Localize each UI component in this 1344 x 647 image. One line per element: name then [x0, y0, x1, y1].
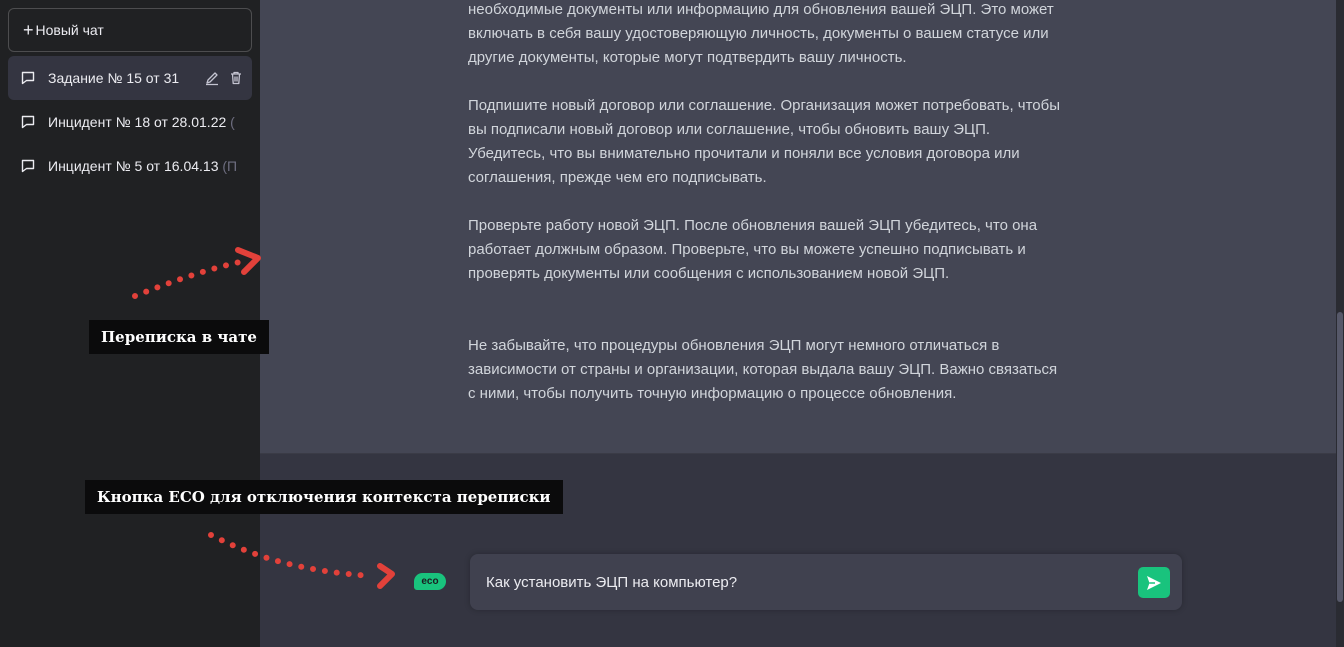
message-paragraph: Не забывайте, что процедуры обновления Э… — [468, 337, 1058, 402]
message-paragraph: Проверьте работу новой ЭЦП. После обновл… — [468, 217, 1038, 282]
new-chat-label: Новый чат — [35, 22, 104, 38]
chat-item-label: Инцидент № 5 от 16.04.13 (П — [48, 158, 238, 174]
new-chat-button[interactable]: + Новый чат — [8, 8, 252, 52]
sidebar-chat-item[interactable]: Инцидент № 5 от 16.04.13 (П — [8, 144, 252, 188]
plus-icon: + — [23, 20, 34, 40]
message-input[interactable]: Как установить ЭЦП на компьютер? — [486, 554, 737, 610]
annotation-chat-label: Переписка в чате — [89, 320, 269, 354]
message-paragraph: необходимые документы или информацию для… — [468, 1, 1054, 66]
assistant-message: необходимые документы или информацию для… — [260, 0, 1336, 454]
annotation-eco-label: Кнопка ECO для отключения контекста пере… — [85, 480, 563, 514]
chat-item-label: Задание № 15 от 31 — [48, 70, 180, 86]
edit-icon[interactable] — [204, 70, 220, 86]
send-icon — [1147, 575, 1161, 590]
chat-item-label: Инцидент № 18 от 28.01.22 ( — [48, 114, 235, 130]
message-icon — [21, 159, 35, 173]
sidebar-chat-item[interactable]: Инцидент № 18 от 28.01.22 ( — [8, 100, 252, 144]
scrollbar-thumb[interactable] — [1337, 312, 1343, 602]
composer: Как установить ЭЦП на компьютер? — [470, 554, 1182, 610]
message-icon — [21, 115, 35, 129]
message-paragraph: Подпишите новый договор или соглашение. … — [468, 97, 1061, 186]
eco-button[interactable]: eco — [414, 573, 446, 590]
sidebar-chat-item-active[interactable]: Задание № 15 от 31 — [8, 56, 252, 100]
scrollbar[interactable] — [1336, 0, 1344, 647]
message-icon — [21, 71, 35, 85]
send-button[interactable] — [1138, 567, 1170, 598]
trash-icon[interactable] — [228, 70, 244, 86]
